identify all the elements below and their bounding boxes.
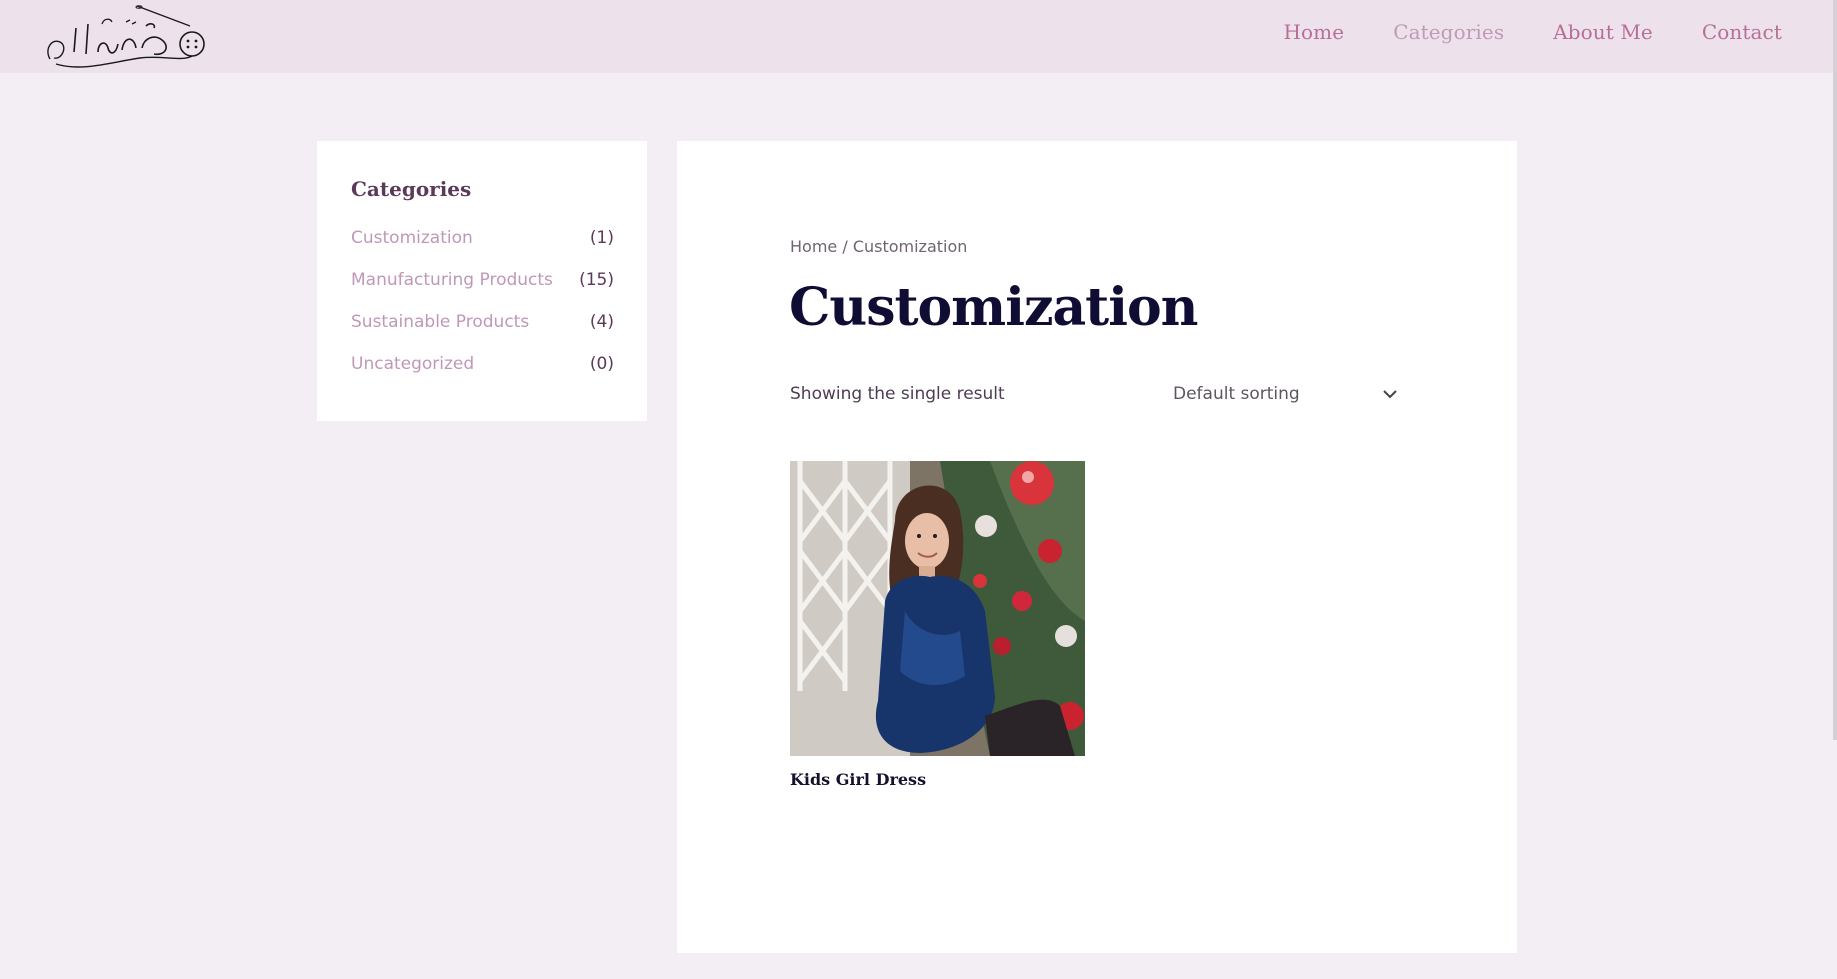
nav-about-me[interactable]: About Me xyxy=(1553,20,1653,44)
breadcrumb-current: Customization xyxy=(852,237,968,256)
category-count: (0) xyxy=(589,354,614,374)
nav-home[interactable]: Home xyxy=(1284,20,1345,44)
breadcrumb: Home / Customization xyxy=(790,237,967,256)
main-nav: Home Categories About Me Contact xyxy=(1284,20,1783,44)
category-count: (15) xyxy=(579,270,614,290)
breadcrumb-home[interactable]: Home xyxy=(790,237,837,256)
nav-contact[interactable]: Contact xyxy=(1702,20,1782,44)
scrollbar[interactable] xyxy=(1833,0,1837,740)
category-item-sustainable-products: Sustainable Products (4) xyxy=(351,312,614,354)
site-header: Home Categories About Me Contact xyxy=(0,0,1837,73)
chevron-down-icon xyxy=(1383,390,1397,399)
category-item-customization: Customization (1) xyxy=(351,228,614,270)
category-list: Customization (1) Manufacturing Products… xyxy=(351,228,614,396)
product-name[interactable]: Kids Girl Dress xyxy=(790,770,1085,789)
result-count: Showing the single result xyxy=(790,384,1005,404)
category-link[interactable]: Uncategorized xyxy=(351,354,474,396)
category-item-manufacturing-products: Manufacturing Products (15) xyxy=(351,270,614,312)
breadcrumb-separator: / xyxy=(837,237,853,256)
sorting-selected-value: Default sorting xyxy=(1173,384,1300,404)
category-link[interactable]: Customization xyxy=(351,228,473,270)
category-link[interactable]: Manufacturing Products xyxy=(351,270,553,312)
product-card[interactable]: Kids Girl Dress xyxy=(790,461,1085,789)
category-count: (1) xyxy=(589,228,614,248)
product-image[interactable] xyxy=(790,461,1085,756)
page-title: Customization xyxy=(789,277,1198,338)
category-count: (4) xyxy=(589,312,614,332)
sidebar-title: Categories xyxy=(351,177,472,201)
sorting-select[interactable]: Default sorting xyxy=(1173,374,1399,414)
category-item-uncategorized: Uncategorized (0) xyxy=(351,354,614,396)
site-logo[interactable] xyxy=(42,4,212,72)
nav-categories[interactable]: Categories xyxy=(1393,20,1504,44)
categories-sidebar: Categories Customization (1) Manufacturi… xyxy=(317,141,647,421)
content-panel: Home / Customization Customization Showi… xyxy=(677,141,1517,953)
logo-calligraphy-icon xyxy=(47,5,205,68)
category-link[interactable]: Sustainable Products xyxy=(351,312,529,354)
